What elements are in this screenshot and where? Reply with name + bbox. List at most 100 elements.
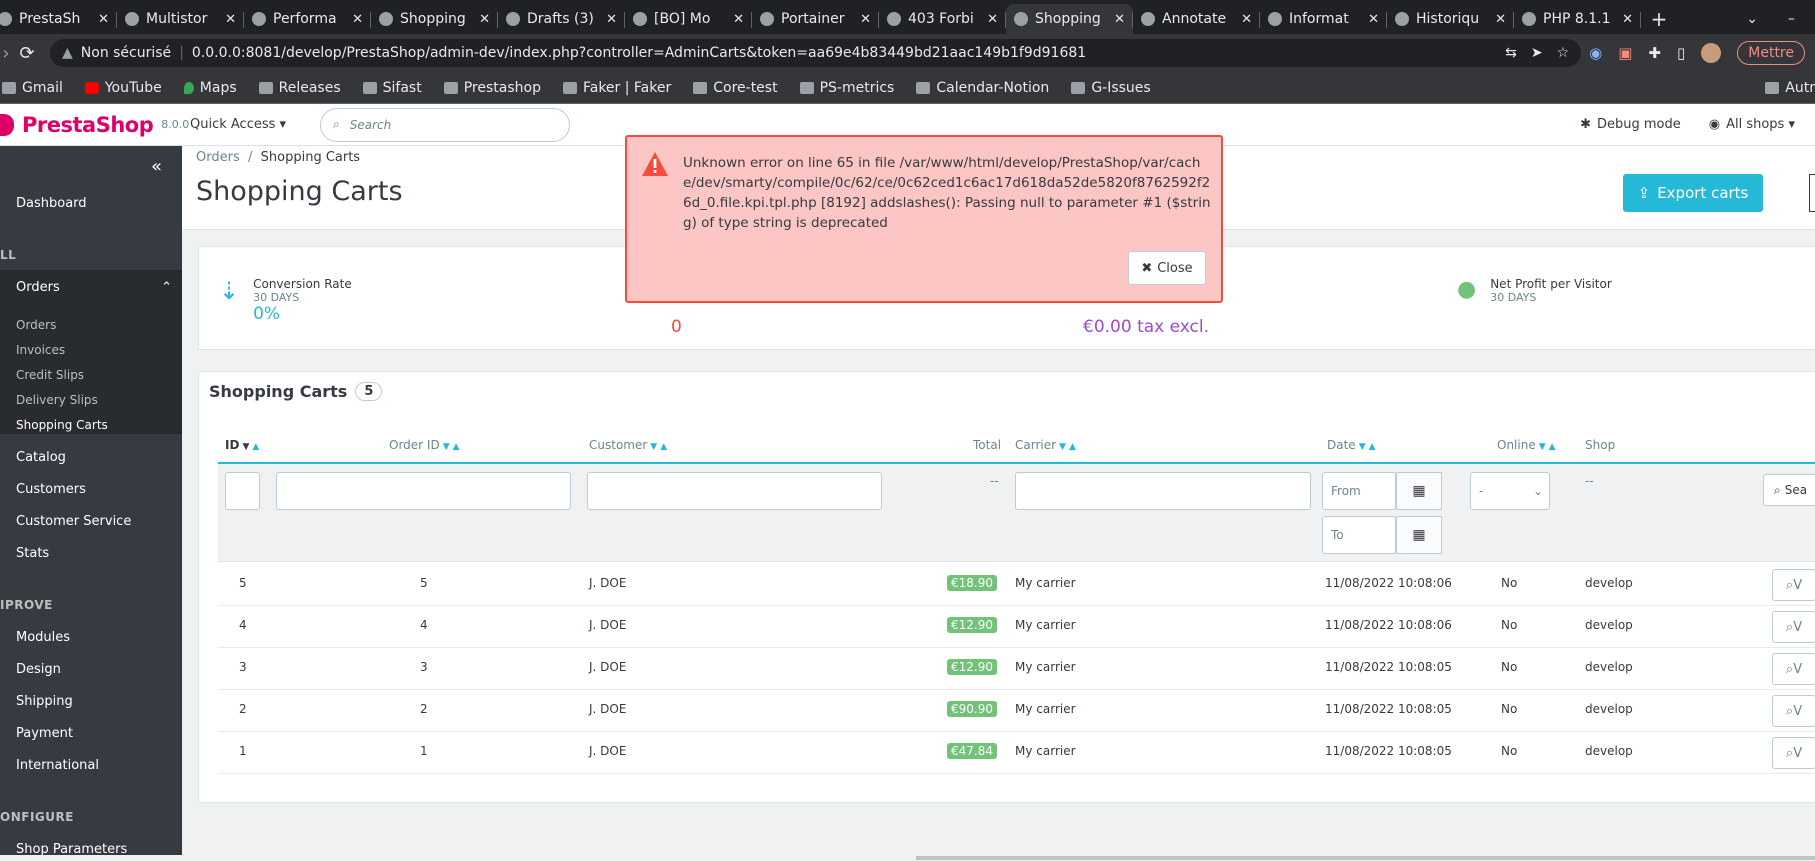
close-tab-icon[interactable]: ✕ [860,12,871,27]
table-row[interactable]: 4 4 J. DOE €12.90 My carrier 11/08/2022 10:08… [218,606,1815,648]
back-icon[interactable]: › [0,43,12,64]
filter-date-to-input[interactable]: To [1322,516,1396,554]
browser-tab[interactable]: PHP 8.1.1 ✕ [1514,4,1641,34]
toolbar-extra-button[interactable] [1809,174,1815,212]
bookmark-item[interactable]: Sifast [362,80,422,96]
sidebar-item-design[interactable]: Design [0,662,182,677]
browser-tab[interactable]: Historiqu ✕ [1387,4,1514,34]
ps-logo[interactable]: PrestaShop 8.0.0 [0,113,190,137]
browser-tab[interactable]: Shopping ✕ [371,4,498,34]
sidebar-subitem[interactable]: Credit Slips [16,368,84,382]
filter-customer-input[interactable] [587,472,882,510]
close-tab-icon[interactable]: ✕ [98,12,109,27]
bookmark-item[interactable]: Gmail [2,80,63,96]
sidebar-item-modules[interactable]: Modules [0,630,182,645]
sidebar-subitem[interactable]: Shopping Carts [16,418,108,432]
table-row[interactable]: 1 1 J. DOE €47.84 My carrier 11/08/2022 10:08… [218,732,1815,774]
update-button[interactable]: Mettre [1737,41,1805,65]
filter-id-input[interactable] [225,472,260,510]
close-tab-icon[interactable]: ✕ [733,12,744,27]
bookmark-item[interactable]: Prestashop [443,80,541,96]
col-date[interactable]: Date ▼ ▲ [1327,438,1376,452]
extension-icon[interactable]: ◉ [1589,44,1602,62]
sort-asc-icon[interactable]: ▲ [660,442,667,452]
browser-tab[interactable]: Portainer ✕ [752,4,879,34]
sidebar-item-stats[interactable]: Stats [0,546,182,561]
bookmarks-more[interactable]: Autr [1765,80,1815,96]
shop-selector[interactable]: ◉ All shops ▾ [1709,117,1795,132]
kpi-average-order[interactable]: €0.00 tax excl. [1083,317,1209,337]
sidebar-item-dashboard[interactable]: Dashboard [0,196,182,211]
kpi-net-profit[interactable]: ● Net Profit per Visitor 30 DAYS [1457,277,1612,304]
sort-asc-icon[interactable]: ▲ [1369,442,1376,452]
browser-tab[interactable]: Shopping ✕ [1006,4,1133,34]
sort-asc-icon[interactable]: ▲ [1549,442,1556,452]
browser-tab[interactable]: PrestaSh ✕ [0,4,117,34]
filter-online-select[interactable]: - ⌄ [1470,472,1550,510]
sort-asc-icon[interactable]: ▲ [252,442,259,452]
profile-avatar[interactable] [1701,43,1722,63]
filter-date-from-input[interactable]: From [1322,472,1396,510]
close-tab-icon[interactable]: ✕ [479,12,490,27]
horizontal-scrollbar[interactable] [0,855,1815,861]
sidebar-item-payment[interactable]: Payment [0,726,182,741]
bookmark-item[interactable]: Maps [183,80,237,96]
calendar-icon[interactable]: ▦ [1396,472,1442,510]
sidebar-item-catalog[interactable]: Catalog [0,450,182,465]
sidebar-subitem[interactable]: Orders [16,318,56,332]
col-customer[interactable]: Customer ▼ ▲ [589,438,667,452]
bookmark-item[interactable]: YouTube [84,80,162,96]
minimize-icon[interactable]: – [1788,11,1795,27]
view-button[interactable]: ⌕ V [1772,611,1815,643]
collapse-menu-icon[interactable]: « [151,156,162,177]
new-tab-button[interactable]: + [1641,4,1677,34]
sort-asc-icon[interactable]: ▲ [453,442,460,452]
close-tab-icon[interactable]: ✕ [1495,12,1506,27]
sidebar-item-international[interactable]: International [0,758,182,773]
bookmark-item[interactable]: Core-test [693,80,778,96]
translate-icon[interactable]: ⇆ [1505,45,1517,61]
close-tab-icon[interactable]: ✕ [1241,12,1252,27]
table-row[interactable]: 3 3 J. DOE €12.90 My carrier 11/08/2022 10:08… [218,648,1815,690]
reload-icon[interactable]: ⟳ [12,43,42,64]
sidebar-item-shipping[interactable]: Shipping [0,694,182,709]
col-id[interactable]: ID ▼ ▲ [225,438,259,452]
col-online[interactable]: Online ▼ ▲ [1497,438,1556,452]
browser-tab[interactable]: Drafts (3) ✕ [498,4,625,34]
close-tab-icon[interactable]: ✕ [1114,12,1125,27]
browser-tab[interactable]: Annotate ✕ [1133,4,1260,34]
tab-search-icon[interactable]: ⌄ [1746,11,1758,27]
filter-search-button[interactable]: ⌕ Sea [1763,474,1815,506]
bookmark-item[interactable]: G-Issues [1071,80,1151,96]
bookmark-star-icon[interactable]: ☆ [1557,45,1570,61]
filter-order-id-input[interactable] [276,472,571,510]
bookmark-item[interactable]: Faker | Faker [562,80,671,96]
sidebar-subitem[interactable]: Delivery Slips [16,393,98,407]
kpi-conversion[interactable]: ⇣ Conversion Rate 30 DAYS 0% [219,277,352,324]
extensions-puzzle-icon[interactable]: ✚ [1648,44,1661,62]
breadcrumb-orders[interactable]: Orders [196,150,240,165]
send-icon[interactable]: ➤ [1531,45,1543,61]
close-tab-icon[interactable]: ✕ [225,12,236,27]
close-tab-icon[interactable]: ✕ [352,12,363,27]
sidebar-subitem[interactable]: Invoices [16,343,65,357]
browser-tab[interactable]: [BO] Mo ✕ [625,4,752,34]
view-button[interactable]: ⌕ V [1772,569,1815,601]
sidebar-orders-label[interactable]: Orders ⌃ [0,280,182,295]
extension-badge-icon[interactable]: ▣ [1618,44,1632,62]
calendar-icon[interactable]: ▦ [1396,516,1442,554]
col-carrier[interactable]: Carrier ▼ ▲ [1015,438,1076,452]
header-search-input[interactable]: ⌕ Search [320,107,570,142]
close-tab-icon[interactable]: ✕ [606,12,617,27]
address-bar[interactable]: ▲ Non sécurisé | 0.0.0.0:8081/develop/Pr… [50,39,1582,67]
col-order-id[interactable]: Order ID ▼ ▲ [389,438,460,452]
sort-desc-icon[interactable]: ▼ [650,442,657,452]
bookmark-item[interactable]: Calendar-Notion [916,80,1049,96]
view-button[interactable]: ⌕ V [1772,653,1815,685]
close-button[interactable]: ✖ Close [1128,251,1206,285]
export-carts-button[interactable]: ⇪ Export carts [1623,174,1763,212]
sidebar-item-customers[interactable]: Customers [0,482,182,497]
table-row[interactable]: 2 2 J. DOE €90.90 My carrier 11/08/2022 10:08… [218,690,1815,732]
browser-tab[interactable]: Multistor ✕ [117,4,244,34]
sort-desc-icon[interactable]: ▼ [242,442,249,452]
